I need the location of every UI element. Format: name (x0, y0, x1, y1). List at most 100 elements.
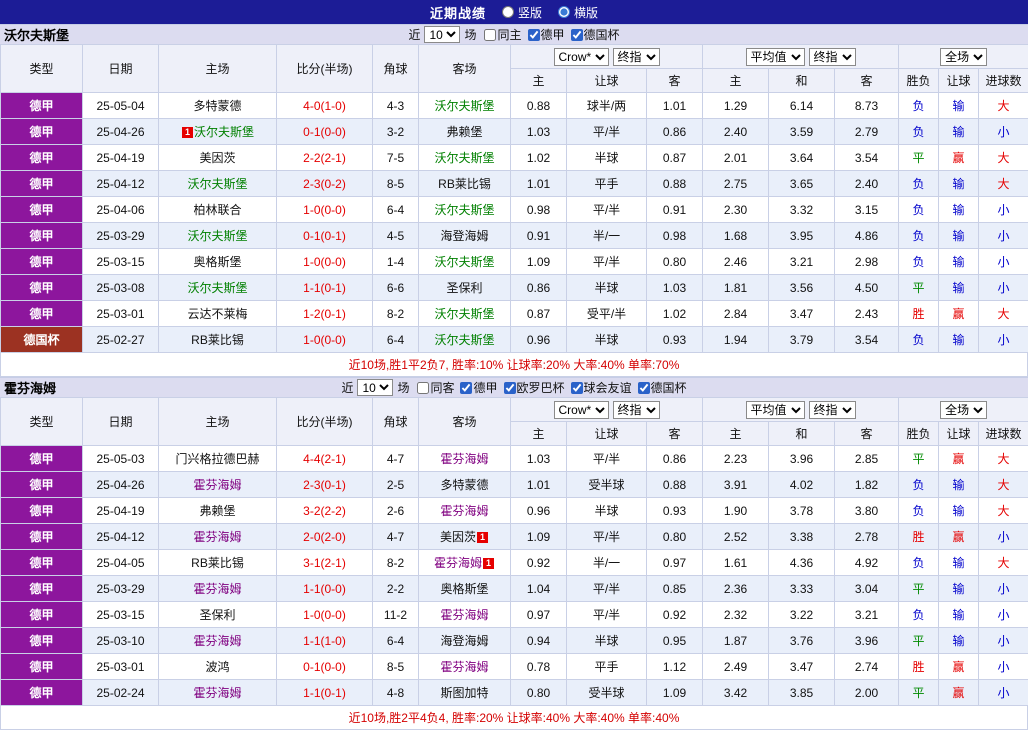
filter-label: 同客 (430, 381, 455, 395)
filter-checkbox[interactable]: 德甲 (460, 379, 498, 396)
crown-handicap: 平手 (566, 170, 647, 197)
avg-draw-odds: 3.85 (768, 679, 836, 706)
filter-checkbox[interactable]: 德国杯 (637, 379, 687, 396)
checkbox-icon[interactable] (484, 28, 497, 41)
sub-avg-home: 主 (702, 421, 770, 446)
team-label: 沃尔夫斯堡 (187, 229, 248, 243)
handicap-result-cell: 赢 (938, 523, 980, 550)
games-label: 场 (464, 28, 477, 42)
team-label: 柏林联合 (193, 203, 242, 217)
competition-filters: 同主 德甲 德国杯 (484, 26, 620, 43)
league-type-cell: 德甲 (0, 653, 83, 680)
avg-select[interactable]: 平均值 (745, 400, 805, 419)
crown-away-odds: 1.01 (645, 92, 704, 119)
away-team-cell: 霍芬海姆 (418, 445, 511, 472)
corner-cell: 1-4 (372, 248, 419, 275)
bookmaker-select[interactable]: Crow* (553, 400, 609, 419)
avg-home-odds: 1.61 (702, 549, 770, 576)
home-team-cell: 门兴格拉德巴赫 (158, 445, 277, 472)
goals-cell: 小 (978, 575, 1028, 602)
near-label: 近 (408, 28, 421, 42)
avg-draw-odds: 3.56 (768, 274, 836, 301)
avg-home-odds: 2.30 (702, 196, 770, 223)
avg-draw-odds: 3.78 (768, 497, 836, 524)
near-label: 近 (341, 381, 354, 395)
team-label: 霍芬海姆 (433, 556, 482, 570)
filter-checkbox[interactable]: 德国杯 (570, 26, 620, 43)
fulltime-select[interactable]: 全场 (940, 47, 988, 66)
filter-label: 德甲 (540, 28, 565, 42)
recent-count-select[interactable]: 10 (357, 379, 394, 396)
avg-select[interactable]: 平均值 (745, 47, 805, 66)
checkbox-icon[interactable] (503, 381, 516, 394)
result-cell: 负 (898, 92, 940, 119)
team-label: 沃尔夫斯堡 (187, 281, 248, 295)
checkbox-icon[interactable] (570, 28, 583, 41)
filter-checkbox[interactable]: 同客 (417, 379, 454, 396)
score-cell: 4-0(1-0) (276, 92, 373, 119)
col-home: 主场 (158, 44, 277, 93)
checkbox-icon[interactable] (570, 381, 583, 394)
filter-checkbox[interactable]: 球会友谊 (570, 379, 632, 396)
handicap-result-cell: 输 (938, 497, 980, 524)
handicap-result-cell: 输 (938, 627, 980, 654)
horizontal-layout-radio[interactable]: 横版 (558, 4, 598, 21)
avg-stage-select[interactable]: 终指 (808, 400, 856, 419)
sub-avg-draw: 和 (768, 421, 836, 446)
goals-cell: 大 (978, 445, 1028, 472)
team-label: 沃尔夫斯堡 (434, 255, 495, 269)
home-team-cell: 霍芬海姆 (158, 575, 277, 602)
crown-odds-group: Crow* 终指 (509, 397, 704, 422)
filter-checkbox[interactable]: 同主 (484, 26, 522, 43)
filter-checkbox[interactable]: 德甲 (527, 26, 565, 43)
league-type-cell: 德甲 (0, 274, 83, 301)
filter-bar: 近 10 场 同客 德甲 欧罗巴杯 球会友谊 德国杯 (341, 379, 687, 396)
bookmaker-select[interactable]: Crow* (553, 47, 609, 66)
hoffenheim-section: 霍芬海姆 近 10 场 同客 德甲 欧罗巴杯 球会友谊 德国杯 类型 日期 主场 比分(… (0, 377, 1028, 730)
corner-cell: 6-4 (372, 196, 419, 223)
summary-row: 近10场,胜1平2负7, 胜率:10% 让球率:20% 大率:40% 单率:70… (0, 353, 1028, 377)
avg-home-odds: 1.87 (702, 627, 770, 654)
filter-checkbox[interactable]: 欧罗巴杯 (503, 379, 565, 396)
col-away: 客场 (418, 397, 511, 446)
col-date: 日期 (82, 397, 159, 446)
date-cell: 25-03-10 (82, 627, 159, 654)
checkbox-icon[interactable] (460, 381, 473, 394)
home-team-cell: 霍芬海姆 (158, 523, 277, 550)
avg-home-odds: 2.75 (702, 170, 770, 197)
crown-away-odds: 0.86 (645, 445, 704, 472)
avg-draw-odds: 3.32 (768, 196, 836, 223)
vertical-radio-icon[interactable] (501, 6, 514, 18)
crown-away-odds: 0.88 (645, 170, 704, 197)
crown-home-odds: 1.03 (510, 118, 567, 145)
avg-draw-odds: 4.36 (768, 549, 836, 576)
match-row: 德甲 25-04-12 霍芬海姆 2-0(2-0) 4-7 美因茨 1 1.09 平/半 0.80… (0, 523, 1028, 550)
checkbox-icon[interactable] (527, 28, 540, 41)
team-label: 美因茨 (199, 151, 236, 165)
team-label: 弗赖堡 (199, 504, 236, 518)
date-cell: 25-03-15 (82, 601, 159, 628)
team-label: 霍芬海姆 (440, 452, 489, 466)
avg-away-odds: 4.50 (834, 274, 900, 301)
avg-home-odds: 1.94 (702, 326, 770, 353)
horizontal-radio-icon[interactable] (558, 6, 570, 18)
result-cell: 负 (898, 118, 940, 145)
team-label: 圣保利 (446, 281, 483, 295)
games-label: 场 (397, 381, 410, 395)
score-cell: 1-0(0-0) (276, 196, 373, 223)
checkbox-icon[interactable] (417, 381, 430, 394)
league-type-cell: 德甲 (0, 471, 83, 498)
crown-stage-select[interactable]: 终指 (612, 47, 660, 66)
recent-count-select[interactable]: 10 (424, 26, 461, 43)
fulltime-select[interactable]: 全场 (940, 400, 988, 419)
result-cell: 负 (898, 248, 940, 275)
home-team-cell: 圣保利 (158, 601, 277, 628)
avg-home-odds: 1.81 (702, 274, 770, 301)
avg-home-odds: 1.90 (702, 497, 770, 524)
handicap-result-cell: 输 (938, 601, 980, 628)
vertical-layout-radio[interactable]: 竖版 (501, 4, 542, 21)
crown-stage-select[interactable]: 终指 (612, 400, 660, 419)
home-team-cell: 沃尔夫斯堡 (158, 170, 277, 197)
checkbox-icon[interactable] (637, 381, 650, 394)
avg-stage-select[interactable]: 终指 (808, 47, 856, 66)
